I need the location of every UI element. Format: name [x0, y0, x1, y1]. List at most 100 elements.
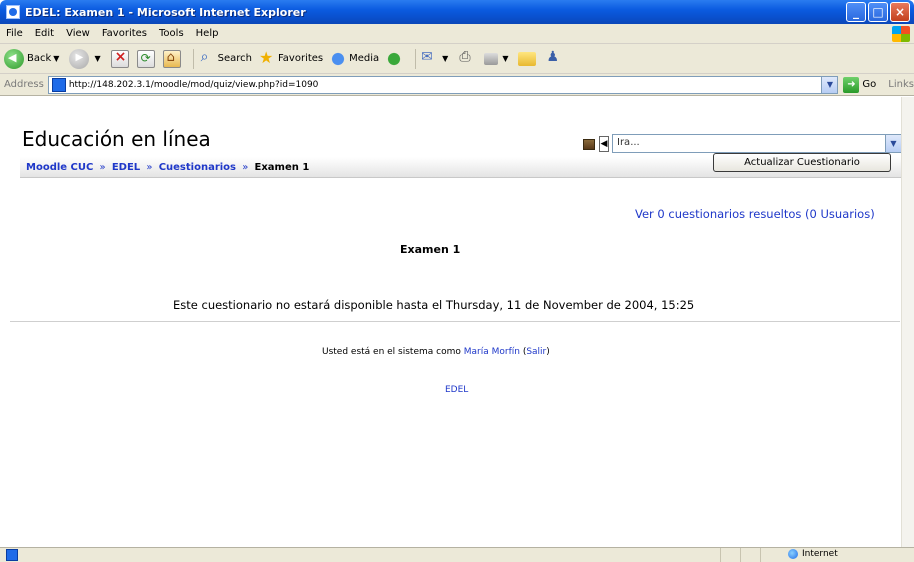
page-status-icon	[6, 549, 18, 561]
print-button[interactable]	[458, 46, 478, 72]
search-label: Search	[217, 53, 252, 64]
window-controls: _ □ ×	[846, 2, 910, 22]
quiz-title: Examen 1	[400, 243, 461, 256]
window-title: EDEL: Examen 1 - Microsoft Internet Expl…	[25, 5, 306, 19]
chevron-down-icon: ▼	[94, 54, 101, 63]
back-label: Back	[27, 53, 52, 64]
login-prefix: Usted está en el sistema como	[322, 347, 461, 357]
course-home-link[interactable]: EDEL	[445, 385, 468, 395]
folder-icon	[518, 51, 537, 66]
minimize-button[interactable]: _	[846, 2, 866, 22]
menu-help[interactable]: Help	[196, 28, 219, 39]
messenger-icon	[544, 49, 562, 68]
page-content: Educación en línea ◀ Ira... ▼ Moodle CUC…	[10, 97, 902, 547]
zone-label: Internet	[802, 549, 838, 559]
address-input[interactable]: http://148.202.3.1/moodle/mod/quiz/view.…	[47, 75, 839, 94]
menu-view[interactable]: View	[66, 28, 90, 39]
home-icon	[162, 49, 181, 68]
update-quiz-button[interactable]: Actualizar Cuestionario	[713, 153, 891, 172]
menu-tools[interactable]: Tools	[159, 28, 184, 39]
back-button[interactable]: Back ▼	[4, 46, 63, 72]
address-url: http://148.202.3.1/moodle/mod/quiz/view.…	[68, 79, 319, 90]
ie-icon	[6, 5, 20, 19]
logout-link[interactable]: Salir	[526, 347, 546, 357]
breadcrumb-separator: »	[146, 162, 153, 173]
menu-favorites[interactable]: Favorites	[102, 28, 147, 39]
login-info: Usted está en el sistema como María Morf…	[322, 347, 550, 357]
forward-button[interactable]: ▼	[69, 46, 104, 72]
chevron-down-icon: ▼	[885, 135, 901, 152]
site-title: Educación en línea	[22, 127, 211, 151]
page-icon	[51, 77, 66, 92]
breadcrumb-separator: »	[242, 162, 249, 173]
edit-button[interactable]: ▼	[484, 46, 512, 72]
breadcrumb-course-link[interactable]: EDEL	[112, 162, 140, 173]
address-dropdown-button[interactable]: ▼	[821, 76, 838, 93]
maximize-icon: □	[872, 5, 884, 19]
go-button[interactable]: ➜ Go	[843, 76, 877, 93]
links-button[interactable]: Links	[888, 79, 914, 90]
menu-edit[interactable]: Edit	[35, 28, 54, 39]
search-icon	[198, 49, 216, 68]
chevron-down-icon: ▼	[53, 54, 60, 63]
search-button[interactable]: Search	[198, 46, 252, 72]
vertical-scrollbar[interactable]	[901, 97, 914, 547]
status-pane	[720, 548, 740, 562]
favorites-button[interactable]: Favorites	[258, 46, 323, 72]
star-icon	[258, 48, 276, 68]
address-label: Address	[4, 79, 44, 90]
breadcrumb: Moodle CUC » EDEL » Cuestionarios » Exam…	[26, 162, 309, 173]
menu-file[interactable]: File	[6, 28, 23, 39]
media-button[interactable]: Media	[329, 46, 379, 72]
title-bar: EDEL: Examen 1 - Microsoft Internet Expl…	[0, 0, 914, 24]
media-icon	[329, 49, 348, 68]
back-arrow-icon	[4, 48, 24, 69]
favorites-label: Favorites	[277, 53, 324, 64]
toolbar: Back ▼ ▼ Search Favorites Media ▼ ▼	[0, 44, 914, 74]
divider	[10, 321, 900, 322]
breadcrumb-home-link[interactable]: Moodle CUC	[26, 162, 93, 173]
status-panes	[720, 548, 780, 562]
go-arrow-icon: ➜	[843, 76, 860, 93]
close-button[interactable]: ×	[890, 2, 910, 22]
user-profile-link[interactable]: María Morfín	[464, 347, 520, 357]
globe-icon	[788, 549, 798, 559]
chevron-down-icon: ▼	[442, 54, 449, 63]
mail-button[interactable]: ▼	[420, 46, 452, 72]
security-zone: Internet	[788, 549, 838, 559]
jump-to-value: Ira...	[617, 137, 640, 148]
previous-activity-button[interactable]: ◀	[599, 136, 609, 152]
breadcrumb-section-link[interactable]: Cuestionarios	[159, 162, 236, 173]
refresh-icon	[136, 49, 155, 68]
chevron-down-icon: ▼	[502, 54, 509, 63]
messenger-button[interactable]	[544, 46, 564, 72]
view-results-link[interactable]: Ver 0 cuestionarios resueltos (0 Usuario…	[635, 207, 875, 221]
refresh-button[interactable]	[136, 46, 157, 72]
go-label: Go	[862, 79, 877, 90]
stop-button[interactable]	[110, 46, 131, 72]
toolbar-divider	[415, 48, 417, 69]
folder-button[interactable]	[518, 46, 538, 72]
mail-icon	[420, 49, 438, 68]
windows-logo-icon	[892, 26, 910, 42]
close-icon: ×	[894, 5, 906, 19]
menu-bar: File Edit View Favorites Tools Help	[0, 24, 914, 44]
address-bar: Address http://148.202.3.1/moodle/mod/qu…	[0, 74, 914, 96]
toolbar-divider	[192, 48, 194, 69]
edit-icon	[484, 52, 499, 65]
printer-icon	[458, 49, 476, 68]
home-button[interactable]	[162, 46, 183, 72]
breadcrumb-current: Examen 1	[254, 162, 310, 173]
history-icon	[385, 49, 404, 68]
navigation-icon	[583, 139, 595, 150]
jump-to-select[interactable]: Ira... ▼	[612, 134, 902, 153]
history-button[interactable]	[385, 46, 405, 72]
status-pane	[740, 548, 760, 562]
breadcrumb-separator: »	[99, 162, 106, 173]
maximize-button[interactable]: □	[868, 2, 888, 22]
minimize-icon: _	[853, 5, 859, 19]
status-bar: Internet	[0, 547, 914, 562]
media-label: Media	[349, 53, 380, 64]
availability-message: Este cuestionario no estará disponible h…	[173, 298, 695, 312]
forward-arrow-icon	[69, 48, 90, 69]
